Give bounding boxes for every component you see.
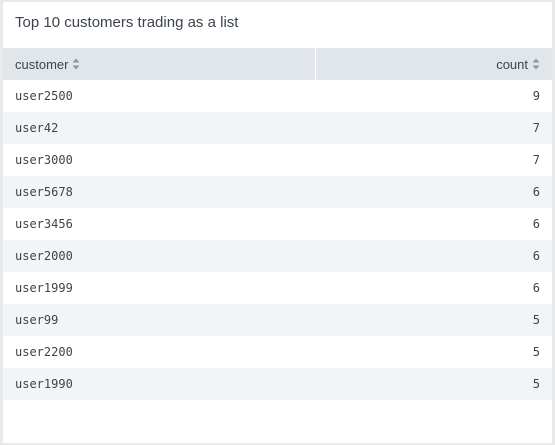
results-panel: Top 10 customers trading as a list custo…	[3, 2, 552, 443]
cell-count: 6	[315, 240, 552, 272]
table-row: user99 5	[3, 304, 552, 336]
cell-count: 6	[315, 272, 552, 304]
results-table: customer count user2500 9 user42 7 user3…	[3, 48, 552, 400]
sort-icon	[72, 58, 80, 70]
cell-customer: user5678	[3, 176, 315, 208]
column-header-label: customer	[15, 56, 69, 72]
cell-customer: user2000	[3, 240, 315, 272]
cell-customer: user1999	[3, 272, 315, 304]
table-row: user3456 6	[3, 208, 552, 240]
cell-customer: user3000	[3, 144, 315, 176]
table-row: user3000 7	[3, 144, 552, 176]
table-row: user2200 5	[3, 336, 552, 368]
column-header-customer[interactable]: customer	[3, 48, 316, 80]
table-row: user2000 6	[3, 240, 552, 272]
cell-count: 5	[315, 336, 552, 368]
cell-customer: user42	[3, 112, 315, 144]
cell-customer: user1990	[3, 368, 315, 400]
column-header-count[interactable]: count	[315, 48, 552, 80]
cell-count: 5	[315, 368, 552, 400]
cell-count: 5	[315, 304, 552, 336]
cell-customer: user3456	[3, 208, 315, 240]
cell-count: 7	[315, 112, 552, 144]
cell-count: 9	[315, 80, 552, 112]
table-row: user1990 5	[3, 368, 552, 400]
table-row: user2500 9	[3, 80, 552, 112]
table-row: user5678 6	[3, 176, 552, 208]
panel-title: Top 10 customers trading as a list	[15, 14, 239, 31]
cell-count: 6	[315, 176, 552, 208]
cell-customer: user99	[3, 304, 315, 336]
table-row: user42 7	[3, 112, 552, 144]
cell-count: 6	[315, 208, 552, 240]
sort-icon	[532, 58, 540, 70]
table-row: user1999 6	[3, 272, 552, 304]
cell-customer: user2500	[3, 80, 315, 112]
table-header-row: customer count	[3, 48, 552, 80]
column-header-label: count	[496, 56, 528, 72]
cell-customer: user2200	[3, 336, 315, 368]
cell-count: 7	[315, 144, 552, 176]
